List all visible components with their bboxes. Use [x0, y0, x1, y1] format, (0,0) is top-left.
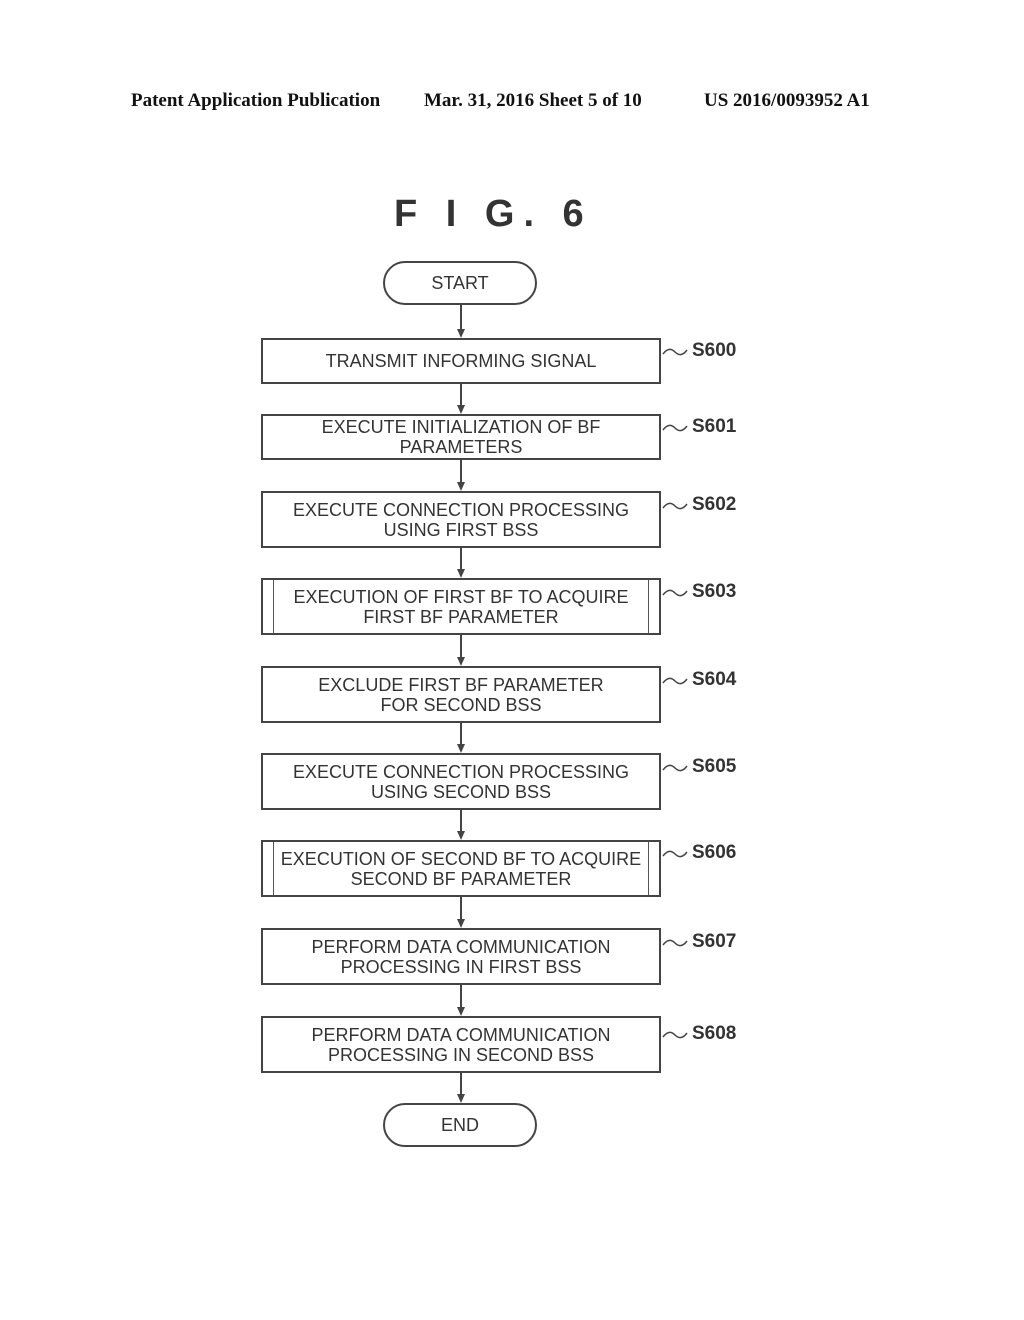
process-text-line: USING SECOND BSS: [370, 781, 552, 802]
process-text-line: FIRST BF PARAMETER: [363, 606, 559, 627]
process-text-line: EXECUTION OF FIRST BF TO ACQUIRE: [293, 586, 629, 607]
process-text: PERFORM DATA COMMUNICATION PROCESSING IN …: [312, 937, 611, 977]
step-label-s603: S603: [692, 581, 737, 602]
process-text: TRANSMIT INFORMING SIGNAL: [326, 351, 597, 371]
process-text-line: SECOND BF PARAMETER: [350, 868, 572, 889]
arrowhead-icon: [457, 919, 465, 928]
step-label-s607: S607: [692, 931, 737, 952]
process-text-line: FOR SECOND BSS: [380, 694, 542, 715]
process-box-s608: PERFORM DATA COMMUNICATION PROCESSING IN …: [261, 1016, 661, 1073]
arrowhead-icon: [457, 1007, 465, 1016]
start-terminal: START: [383, 261, 537, 305]
process-text: PERFORM DATA COMMUNICATION PROCESSING IN …: [312, 1025, 611, 1065]
leader-line: [662, 502, 688, 510]
process-box-s605: EXECUTE CONNECTION PROCESSING USING SECON…: [261, 753, 661, 810]
process-text-line: PERFORM DATA COMMUNICATION: [311, 1024, 611, 1045]
arrowhead-icon: [457, 482, 465, 491]
process-text: EXECUTION OF FIRST BF TO ACQUIRE FIRST BF…: [293, 587, 628, 627]
process-text-line: TRANSMIT INFORMING SIGNAL: [325, 351, 597, 371]
process-box-s604: EXCLUDE FIRST BF PARAMETER FOR SECOND BSS: [261, 666, 661, 723]
step-label-s608: S608: [692, 1023, 737, 1044]
arrowhead-icon: [457, 831, 465, 840]
process-text-line: USING FIRST BSS: [383, 519, 539, 540]
process-box-s603: EXECUTION OF FIRST BF TO ACQUIRE FIRST BF…: [261, 578, 661, 635]
leader-line: [662, 1031, 688, 1039]
process-box-s602: EXECUTE CONNECTION PROCESSING USING FIRST…: [261, 491, 661, 548]
process-text-line: EXECUTE INITIALIZATION OF BF PARAMETERS: [321, 417, 601, 457]
process-box-s606: EXECUTION OF SECOND BF TO ACQUIRE SECOND …: [261, 840, 661, 897]
process-box-s601: EXECUTE INITIALIZATION OF BF PARAMETERS: [261, 414, 661, 460]
process-text: EXECUTE INITIALIZATION OF BF PARAMETERS: [263, 417, 659, 457]
process-text: EXECUTION OF SECOND BF TO ACQUIRE SECOND …: [281, 849, 641, 889]
step-label-s606: S606: [692, 842, 737, 863]
arrowhead-icon: [457, 1094, 465, 1103]
end-terminal: END: [383, 1103, 537, 1147]
arrowhead-icon: [457, 569, 465, 578]
leader-line: [662, 589, 688, 597]
step-label-s605: S605: [692, 756, 737, 777]
process-text-line: EXECUTE CONNECTION PROCESSING: [292, 761, 630, 782]
arrowhead-icon: [457, 657, 465, 666]
leader-line: [662, 677, 688, 685]
leader-line: [662, 424, 688, 432]
process-text-line: PROCESSING IN SECOND BSS: [327, 1044, 595, 1065]
step-label-s601: S601: [692, 416, 737, 437]
process-text: EXECUTE CONNECTION PROCESSING USING SECON…: [293, 762, 629, 802]
process-box-s607: PERFORM DATA COMMUNICATION PROCESSING IN …: [261, 928, 661, 985]
process-text: EXCLUDE FIRST BF PARAMETER FOR SECOND BSS: [318, 675, 603, 715]
step-label-s604: S604: [692, 669, 737, 690]
arrowhead-icon: [457, 329, 465, 338]
process-text-line: PROCESSING IN FIRST BSS: [340, 956, 582, 977]
arrowhead-icon: [457, 405, 465, 414]
process-text: EXECUTE CONNECTION PROCESSING USING FIRST…: [293, 500, 629, 540]
process-text-line: PERFORM DATA COMMUNICATION: [311, 936, 611, 957]
leader-line: [662, 348, 688, 356]
leader-line: [662, 939, 688, 947]
process-box-s600: TRANSMIT INFORMING SIGNAL: [261, 338, 661, 384]
process-text-line: EXECUTE CONNECTION PROCESSING: [292, 499, 630, 520]
leader-line: [662, 764, 688, 772]
step-label-s600: S600: [692, 340, 737, 361]
step-label-s602: S602: [692, 494, 737, 515]
arrowhead-icon: [457, 744, 465, 753]
process-text-line: EXCLUDE FIRST BF PARAMETER: [318, 674, 604, 695]
leader-line: [662, 850, 688, 858]
process-text-line: EXECUTION OF SECOND BF TO ACQUIRE: [280, 848, 642, 869]
